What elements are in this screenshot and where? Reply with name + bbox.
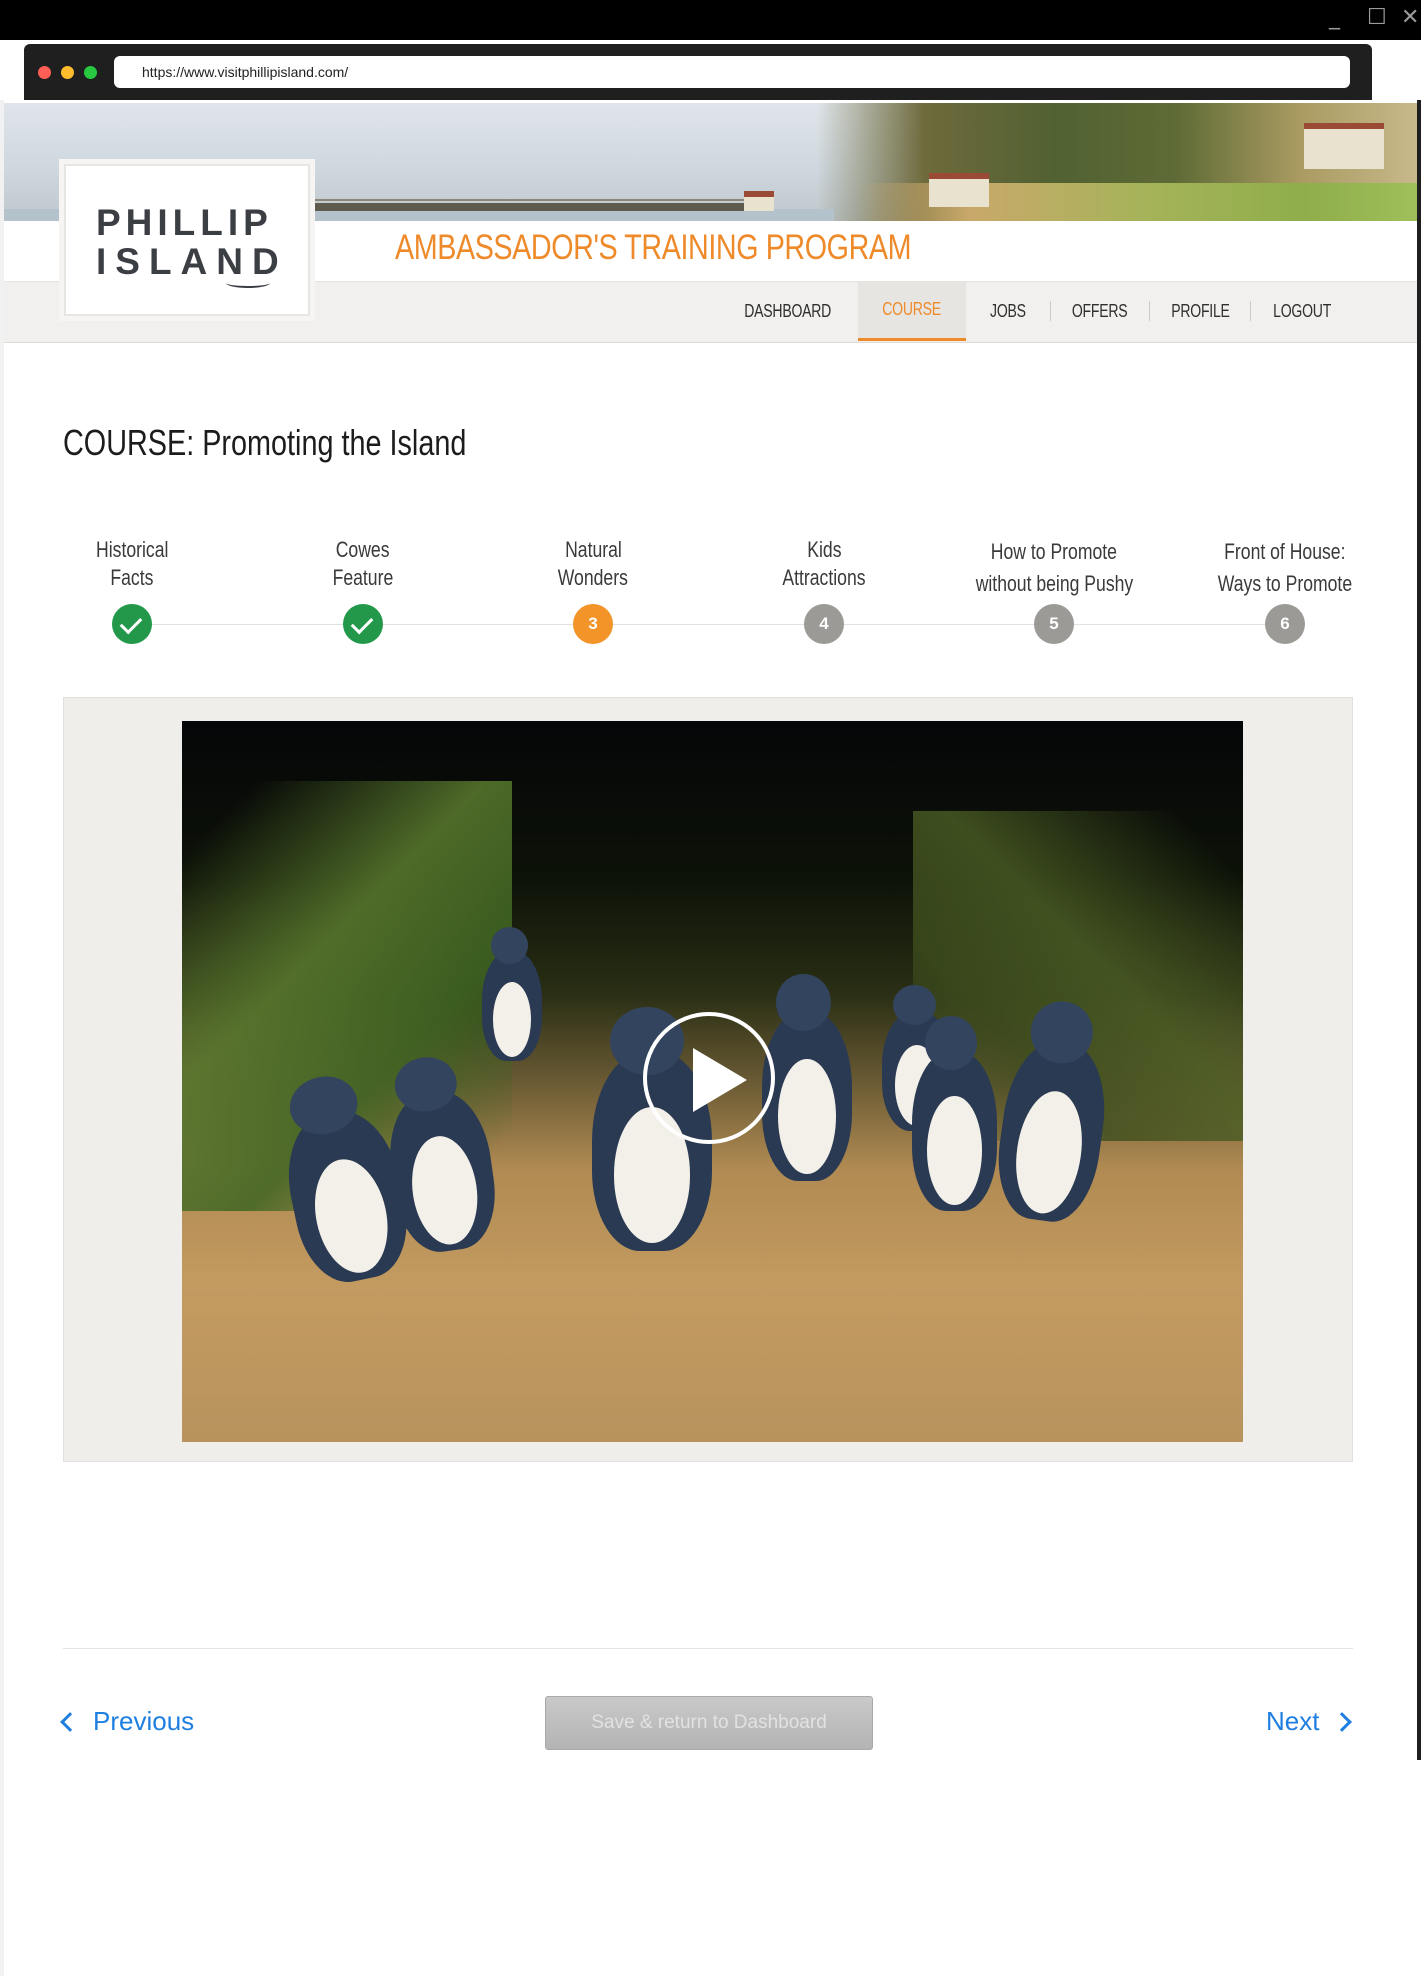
play-icon[interactable] bbox=[643, 1012, 775, 1144]
step-label: Historical Facts bbox=[95, 537, 169, 590]
banner-pier-rail bbox=[304, 199, 774, 201]
step-how-to-promote[interactable]: How to Promote without being Pushy 5 bbox=[954, 536, 1154, 644]
nav-logout[interactable]: LOGOUT bbox=[1251, 281, 1353, 341]
stepper-track bbox=[130, 624, 1285, 625]
step-label: Front of House: Ways to Promote bbox=[1217, 539, 1353, 596]
close-icon[interactable]: ✕ bbox=[1401, 4, 1419, 32]
save-return-dashboard-button[interactable]: Save & return to Dashboard bbox=[545, 1696, 873, 1750]
banner-house bbox=[1304, 123, 1384, 169]
nav-course[interactable]: COURSE bbox=[858, 281, 966, 341]
step-front-of-house[interactable]: Front of House: Ways to Promote 6 bbox=[1185, 536, 1385, 644]
zoom-window-dot[interactable] bbox=[84, 66, 97, 79]
nav-offers[interactable]: OFFERS bbox=[1051, 281, 1149, 341]
main-nav: DASHBOARD COURSE JOBS OFFERS PROFILE LOG… bbox=[718, 281, 1353, 341]
step-label: Kids Attractions bbox=[782, 537, 866, 590]
previous-button[interactable]: Previous bbox=[60, 1706, 195, 1737]
minimize-icon[interactable]: _ bbox=[1329, 4, 1340, 32]
step-number-badge[interactable]: 6 bbox=[1265, 604, 1305, 644]
window-edge bbox=[0, 100, 4, 1976]
logo-text-island: ISLAND bbox=[96, 241, 288, 282]
address-bar[interactable]: https://www.visitphillipisland.com/ bbox=[114, 56, 1350, 88]
step-number-badge[interactable]: 5 bbox=[1034, 604, 1074, 644]
step-historical-facts[interactable]: Historical Facts bbox=[32, 536, 232, 644]
step-number-badge[interactable]: 4 bbox=[804, 604, 844, 644]
step-number-badge[interactable]: 3 bbox=[573, 604, 613, 644]
program-title: AMBASSADOR'S TRAINING PROGRAM bbox=[395, 228, 912, 267]
scrollbar[interactable] bbox=[1417, 100, 1421, 1760]
url-text: https://www.visitphillipisland.com/ bbox=[142, 64, 349, 80]
chevron-right-icon bbox=[1332, 1711, 1353, 1732]
penguin-image bbox=[762, 973, 852, 1181]
previous-label: Previous bbox=[93, 1706, 195, 1736]
next-button[interactable]: Next bbox=[1266, 1706, 1353, 1737]
nav-jobs[interactable]: JOBS bbox=[966, 281, 1050, 341]
browser-menu-icon[interactable] bbox=[1400, 58, 1405, 79]
step-cowes-feature[interactable]: Cowes Feature bbox=[263, 536, 463, 644]
close-window-dot[interactable] bbox=[38, 66, 51, 79]
chevron-left-icon bbox=[60, 1711, 80, 1732]
phillip-island-logo[interactable]: PHILLIP ISLAND bbox=[64, 164, 310, 316]
step-label: Cowes Feature bbox=[332, 537, 394, 590]
step-complete-check-icon[interactable] bbox=[112, 604, 152, 644]
step-label: How to Promote without being Pushy bbox=[975, 539, 1133, 596]
step-label: Natural Wonders bbox=[557, 537, 629, 590]
logo-wave-icon bbox=[226, 278, 270, 288]
step-kids-attractions[interactable]: Kids Attractions 4 bbox=[724, 536, 924, 644]
maximize-icon[interactable]: ☐ bbox=[1367, 4, 1387, 32]
banner-house bbox=[744, 191, 774, 211]
penguin-image bbox=[912, 1015, 997, 1211]
logo-text-phillip: PHILLIP bbox=[96, 202, 273, 243]
next-label: Next bbox=[1266, 1706, 1320, 1736]
step-complete-check-icon[interactable] bbox=[343, 604, 383, 644]
browser-toolbar: https://www.visitphillipisland.com/ bbox=[24, 44, 1372, 100]
penguin-image bbox=[482, 926, 542, 1061]
nav-dashboard[interactable]: DASHBOARD bbox=[718, 281, 858, 341]
step-natural-wonders[interactable]: Natural Wonders 3 bbox=[493, 536, 693, 644]
os-title-bar: _ ☐ ✕ bbox=[0, 0, 1421, 40]
page-title: COURSE: Promoting the Island bbox=[63, 422, 467, 463]
nav-profile[interactable]: PROFILE bbox=[1150, 281, 1250, 341]
banner-house bbox=[929, 173, 989, 207]
footer-divider bbox=[63, 1648, 1353, 1649]
minimize-window-dot[interactable] bbox=[61, 66, 74, 79]
banner-pier bbox=[304, 203, 774, 211]
